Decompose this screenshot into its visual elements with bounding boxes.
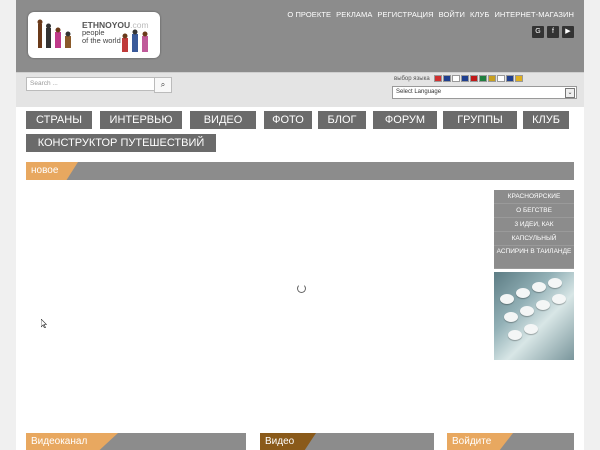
people-group-icon bbox=[122, 29, 148, 52]
language-flags bbox=[434, 75, 523, 82]
people-figures-icon bbox=[37, 19, 71, 48]
pill-shape bbox=[500, 294, 514, 304]
language-flag-icon[interactable] bbox=[470, 75, 478, 82]
language-flag-icon[interactable] bbox=[488, 75, 496, 82]
page: ETHNOYOU.com people of the world О ПРОЕК… bbox=[16, 0, 584, 450]
nav-link-login[interactable]: ВОЙТИ bbox=[439, 10, 465, 19]
section-header-login: Войдите bbox=[447, 433, 574, 450]
language-label: выбор языка bbox=[394, 76, 430, 82]
language-flag-icon[interactable] bbox=[461, 75, 469, 82]
menu-item-video[interactable]: ВИДЕО bbox=[190, 111, 256, 129]
search-button[interactable]: ⌕ bbox=[154, 77, 172, 93]
search-bar: Search ... ⌕ выбор языка Select Language… bbox=[16, 72, 584, 107]
pill-shape bbox=[536, 300, 550, 310]
social-links: G f ▶ bbox=[532, 26, 574, 38]
language-select-value: Select Language bbox=[396, 89, 442, 95]
pill-shape bbox=[548, 278, 562, 288]
section-tab: Войдите bbox=[447, 433, 513, 450]
section-header-video-channel: Видеоканал bbox=[26, 433, 246, 450]
menu-item-groups[interactable]: ГРУППЫ bbox=[443, 111, 517, 129]
section-title: Войдите bbox=[452, 436, 492, 447]
sidebar-item[interactable]: КРАСНОЯРСКИЕ bbox=[494, 190, 574, 204]
sidebar-item[interactable]: АСПИРИН В ТАИЛАНДЕ bbox=[494, 246, 574, 269]
nav-link-ads[interactable]: РЕКЛАМА bbox=[336, 10, 372, 19]
language-flag-icon[interactable] bbox=[497, 75, 505, 82]
youtube-icon[interactable]: ▶ bbox=[562, 26, 574, 38]
section-title: новое bbox=[31, 165, 59, 176]
pill-shape bbox=[520, 306, 534, 316]
menu-item-forum[interactable]: ФОРУМ bbox=[373, 111, 437, 129]
nav-link-register[interactable]: РЕГИСТРАЦИЯ bbox=[377, 10, 433, 19]
article-thumbnail[interactable] bbox=[494, 272, 574, 360]
site-logo[interactable]: ETHNOYOU.com people of the world bbox=[28, 12, 160, 58]
pill-shape bbox=[516, 288, 530, 298]
menu-item-club[interactable]: КЛУБ bbox=[523, 111, 569, 129]
loading-spinner-icon bbox=[297, 284, 306, 293]
nav-link-about[interactable]: О ПРОЕКТЕ bbox=[287, 10, 331, 19]
facebook-icon[interactable]: f bbox=[547, 26, 559, 38]
section-tab: Видеоканал bbox=[26, 433, 118, 450]
search-icon: ⌕ bbox=[160, 80, 166, 89]
site-header: ETHNOYOU.com people of the world О ПРОЕК… bbox=[16, 0, 584, 72]
menu-item-trip-builder[interactable]: КОНСТРУКТОР ПУТЕШЕСТВИЙ bbox=[26, 134, 216, 152]
pill-shape bbox=[508, 330, 522, 340]
menu-item-blog[interactable]: БЛОГ bbox=[318, 111, 366, 129]
section-header-video: Видео bbox=[260, 433, 434, 450]
top-nav: О ПРОЕКТЕ РЕКЛАМА РЕГИСТРАЦИЯ ВОЙТИ КЛУБ… bbox=[287, 10, 574, 19]
menu-item-interviews[interactable]: ИНТЕРВЬЮ bbox=[100, 111, 182, 129]
language-flag-icon[interactable] bbox=[506, 75, 514, 82]
pill-shape bbox=[504, 312, 518, 322]
pill-shape bbox=[524, 324, 538, 334]
language-flag-icon[interactable] bbox=[479, 75, 487, 82]
menu-item-photo[interactable]: ФОТО bbox=[264, 111, 312, 129]
pill-shape bbox=[552, 294, 566, 304]
google-plus-icon[interactable]: G bbox=[532, 26, 544, 38]
section-header-new: новое bbox=[26, 162, 574, 180]
section-tab: новое bbox=[26, 162, 78, 180]
sidebar-item[interactable]: 3 ИДЕИ, КАК bbox=[494, 218, 574, 232]
language-flag-icon[interactable] bbox=[515, 75, 523, 82]
section-title: Видеоканал bbox=[31, 436, 88, 447]
search-input[interactable]: Search ... bbox=[26, 77, 164, 91]
sidebar-item[interactable]: КАПСУЛЬНЫЙ bbox=[494, 232, 574, 246]
menu-item-countries[interactable]: СТРАНЫ bbox=[26, 111, 92, 129]
pill-shape bbox=[532, 282, 546, 292]
section-tab: Видео bbox=[260, 433, 316, 450]
nav-link-club[interactable]: КЛУБ bbox=[470, 10, 489, 19]
language-flag-icon[interactable] bbox=[443, 75, 451, 82]
language-flag-icon[interactable] bbox=[434, 75, 442, 82]
section-title: Видео bbox=[265, 436, 295, 447]
sidebar-articles: КРАСНОЯРСКИЕ О БЕГСТВЕ 3 ИДЕИ, КАК КАПСУ… bbox=[494, 190, 574, 269]
language-select[interactable]: Select Language ⌄ bbox=[392, 86, 577, 99]
language-flag-icon[interactable] bbox=[452, 75, 460, 82]
mouse-cursor-icon bbox=[41, 319, 47, 328]
nav-link-shop[interactable]: ИНТЕРНЕТ-МАГАЗИН bbox=[494, 10, 574, 19]
chevron-down-icon: ⌄ bbox=[565, 88, 575, 98]
sidebar-item[interactable]: О БЕГСТВЕ bbox=[494, 204, 574, 218]
